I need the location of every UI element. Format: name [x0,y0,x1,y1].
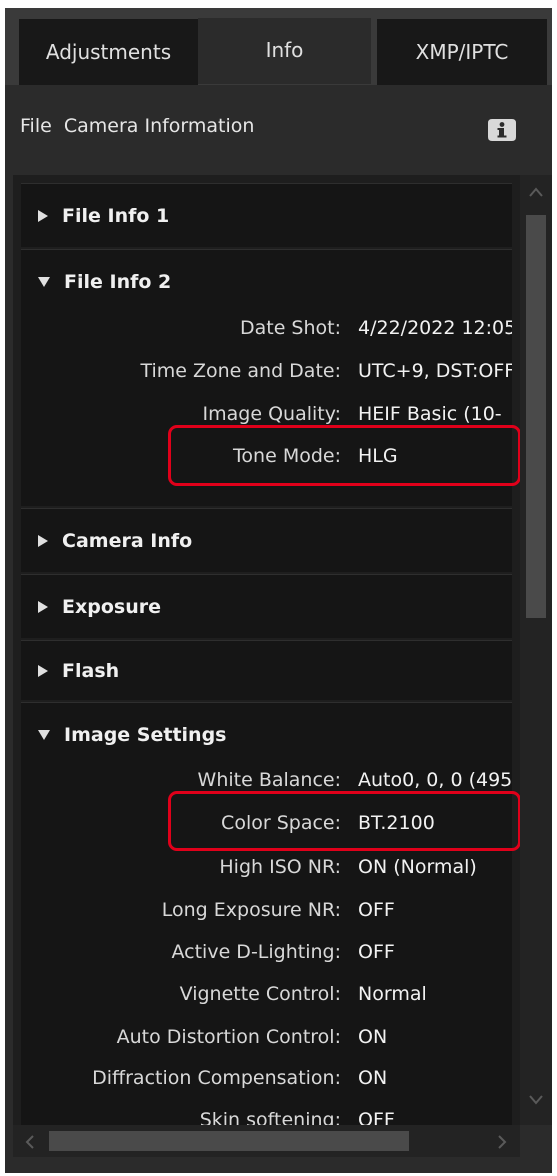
section-header-exposure[interactable]: Exposure [21,575,512,639]
row-label: Diffraction Compensation: [92,1067,341,1089]
section-header-image-settings[interactable]: Image Settings [21,703,512,767]
info-row: High ISO NR: ON (Normal) [21,848,512,888]
panel-header: File Camera Information [5,85,552,175]
scroll-up-arrow-icon[interactable] [528,185,544,199]
row-label: Long Exposure NR: [161,899,341,921]
row-value: HEIF Basic (10- [358,403,502,425]
section-title: Image Settings [64,724,227,746]
row-value: UTC+9, DST:OFF [358,360,512,382]
collapse-arrow-icon [38,730,50,740]
row-label: Color Space: [221,812,341,834]
scrollbar-corner [520,1125,552,1157]
section-file-info-2: File Info 2 Date Shot: 4/22/2022 12:05 T… [21,249,512,506]
info-row: Image Quality: HEIF Basic (10- [21,395,512,435]
scroll-left-arrow-icon[interactable] [23,1134,37,1150]
row-value: BT.2100 [358,812,435,834]
row-label: Date Shot: [239,317,341,339]
info-row: Date Shot: 4/22/2022 12:05 [21,309,512,349]
expand-arrow-icon [38,665,48,677]
section-exposure: Exposure [21,574,512,638]
section-image-settings: Image Settings White Balance: Auto0, 0, … [21,702,512,1125]
scroll-right-arrow-icon[interactable] [495,1134,509,1150]
row-value: 4/22/2022 12:05 [358,317,512,339]
row-label: Vignette Control: [179,983,341,1005]
camera-info-panel: Adjustments Info XMP/IPTC File Camera In… [5,8,552,1173]
row-value: HLG [358,445,398,467]
section-title: Flash [62,660,120,682]
tab-info[interactable]: Info [198,18,371,84]
info-row: Vignette Control: Normal [21,975,512,1015]
panel-title: File Camera Information [20,115,255,137]
section-flash: Flash [21,640,512,700]
section-header-file-info-1[interactable]: File Info 1 [21,184,512,248]
row-label: Time Zone and Date: [140,360,341,382]
section-header-camera-info[interactable]: Camera Info [21,509,512,573]
row-value: Auto0, 0, 0 (495 [358,769,512,791]
info-row: Active D-Lighting: OFF [21,933,512,973]
section-header-flash[interactable]: Flash [21,641,512,701]
row-label: Tone Mode: [233,445,341,467]
tab-adjustments[interactable]: Adjustments [19,19,198,85]
info-row: Auto Distortion Control: ON [21,1018,512,1058]
info-content: File Info 1 File Info 2 Date Shot: 4/22/… [13,175,520,1125]
vertical-scrollbar[interactable] [520,175,552,1125]
scroll-down-arrow-icon[interactable] [528,1093,544,1107]
info-row: Diffraction Compensation: ON [21,1059,512,1099]
info-row: Time Zone and Date: UTC+9, DST:OFF [21,352,512,392]
row-value: ON [358,1067,388,1089]
section-title: Exposure [62,596,161,618]
info-row: White Balance: Auto0, 0, 0 (495 [21,761,512,801]
section-camera-info: Camera Info [21,508,512,572]
row-label: Active D-Lighting: [171,941,342,963]
info-row: Long Exposure NR: OFF [21,891,512,931]
section-header-file-info-2[interactable]: File Info 2 [21,250,512,314]
row-value: Normal [358,983,427,1005]
row-label: Auto Distortion Control: [116,1026,341,1048]
section-title: Camera Info [62,530,193,552]
section-title: File Info 2 [64,271,172,293]
row-value: OFF [358,941,395,963]
row-label: Skin softening: [199,1109,341,1125]
info-row: Skin softening: OFF [21,1101,512,1125]
info-icon[interactable] [486,117,518,143]
section-title: File Info 1 [62,205,170,227]
section-file-info-1: File Info 1 [21,183,512,247]
horizontal-scroll-thumb[interactable] [49,1131,409,1151]
row-value: OFF [358,899,395,921]
expand-arrow-icon [38,535,48,547]
vertical-scroll-thumb[interactable] [526,215,546,618]
tab-xmp-iptc[interactable]: XMP/IPTC [377,19,547,85]
row-label: Image Quality: [202,403,341,425]
expand-arrow-icon [38,210,48,222]
row-value: ON [358,1026,388,1048]
row-label: White Balance: [197,769,341,791]
row-value: ON (Normal) [358,856,477,878]
info-row-color-space: Color Space: BT.2100 [21,804,512,844]
info-row-tone-mode: Tone Mode: HLG [21,437,512,477]
expand-arrow-icon [38,601,48,613]
row-label: High ISO NR: [219,856,341,878]
tab-bar: Adjustments Info XMP/IPTC [5,8,552,85]
collapse-arrow-icon [38,277,50,287]
horizontal-scrollbar[interactable] [13,1125,520,1157]
row-value: OFF [358,1109,395,1125]
